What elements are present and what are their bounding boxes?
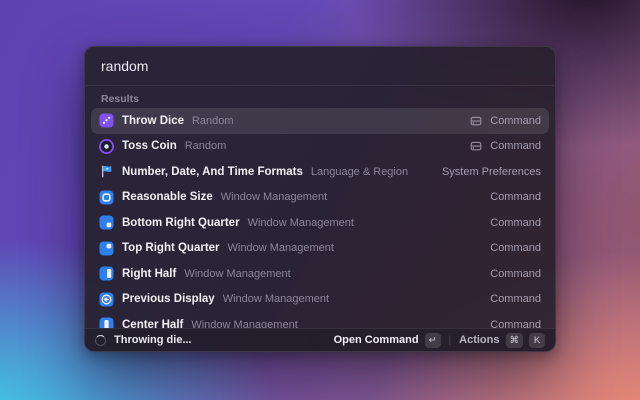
top-right-quarter-icon bbox=[99, 241, 114, 256]
loading-spinner-icon bbox=[95, 335, 106, 346]
list-item-center-half[interactable]: Center Half Window Management Command bbox=[91, 312, 549, 328]
command-drive-icon bbox=[470, 115, 482, 127]
list-item-top-right-quarter[interactable]: Top Right Quarter Window Management Comman… bbox=[91, 236, 549, 262]
result-title: Bottom Right Quarter bbox=[122, 217, 240, 229]
k-key-icon: K bbox=[529, 333, 545, 348]
result-subtitle: Random bbox=[185, 140, 227, 152]
footer-divider: | bbox=[447, 335, 454, 346]
result-accessory: Command bbox=[490, 242, 541, 254]
result-accessory: Command bbox=[490, 319, 541, 328]
result-subtitle: Window Management bbox=[184, 268, 290, 280]
result-accessory: Command bbox=[490, 191, 541, 203]
command-key-icon: ⌘ bbox=[506, 333, 524, 348]
result-title: Center Half bbox=[122, 319, 183, 328]
result-title: Right Half bbox=[122, 268, 176, 280]
result-subtitle: Window Management bbox=[191, 319, 297, 328]
reasonable-size-icon bbox=[99, 190, 114, 205]
previous-display-icon bbox=[99, 292, 114, 307]
list-item-reasonable-size[interactable]: Reasonable Size Window Management Command bbox=[91, 185, 549, 211]
result-subtitle: Window Management bbox=[248, 217, 354, 229]
result-accessory: Command bbox=[490, 217, 541, 229]
list-item-previous-display[interactable]: Previous Display Window Management Command bbox=[91, 287, 549, 313]
result-title: Number, Date, And Time Formats bbox=[122, 166, 303, 178]
footer-bar: Throwing die... Open Command ↵ | Actions… bbox=[85, 328, 555, 351]
flag-icon bbox=[99, 164, 114, 179]
center-half-icon bbox=[99, 317, 114, 328]
result-subtitle: Window Management bbox=[221, 191, 327, 203]
result-accessory: Command bbox=[490, 140, 541, 152]
right-half-icon bbox=[99, 266, 114, 281]
result-accessory: Command bbox=[490, 115, 541, 127]
result-title: Top Right Quarter bbox=[122, 242, 220, 254]
results-list: Throw Dice Random Command Toss Coin Random Co… bbox=[85, 108, 555, 328]
result-title: Throw Dice bbox=[122, 115, 184, 127]
coin-icon bbox=[99, 139, 114, 154]
result-subtitle: Window Management bbox=[223, 293, 329, 305]
results-section-label: Results bbox=[85, 86, 555, 108]
search-bar bbox=[85, 47, 555, 86]
search-input[interactable] bbox=[101, 58, 539, 74]
result-title: Previous Display bbox=[122, 293, 215, 305]
command-drive-icon bbox=[470, 140, 482, 152]
result-accessory: Command bbox=[490, 268, 541, 280]
list-item-number-date-and-time-formats[interactable]: Number, Date, And Time Formats Language &… bbox=[91, 159, 549, 185]
result-subtitle: Language & Region bbox=[311, 166, 408, 178]
result-title: Toss Coin bbox=[122, 140, 177, 152]
return-key-icon: ↵ bbox=[425, 333, 441, 348]
status-text: Throwing die... bbox=[114, 334, 192, 346]
result-accessory: System Preferences bbox=[442, 166, 541, 178]
desktop-wallpaper: { "window": { "search": { "value": "rand… bbox=[0, 0, 640, 400]
result-subtitle: Window Management bbox=[228, 242, 334, 254]
result-subtitle: Random bbox=[192, 115, 234, 127]
launcher-window: Results Throw DiceRandomCommandToss Coin… bbox=[84, 46, 556, 352]
list-item-toss-coin[interactable]: Toss Coin Random Command bbox=[91, 134, 549, 160]
result-accessory: Command bbox=[490, 293, 541, 305]
list-item-throw-dice[interactable]: Throw Dice Random Command bbox=[91, 108, 549, 134]
list-item-bottom-right-quarter[interactable]: Bottom Right Quarter Window Management Com… bbox=[91, 210, 549, 236]
list-item-right-half[interactable]: Right Half Window Management Command bbox=[91, 261, 549, 287]
result-title: Reasonable Size bbox=[122, 191, 213, 203]
open-command-action[interactable]: Open Command bbox=[334, 334, 419, 346]
actions-menu-button[interactable]: Actions bbox=[459, 334, 499, 346]
dice-icon bbox=[99, 113, 114, 128]
bottom-right-quarter-icon bbox=[99, 215, 114, 230]
